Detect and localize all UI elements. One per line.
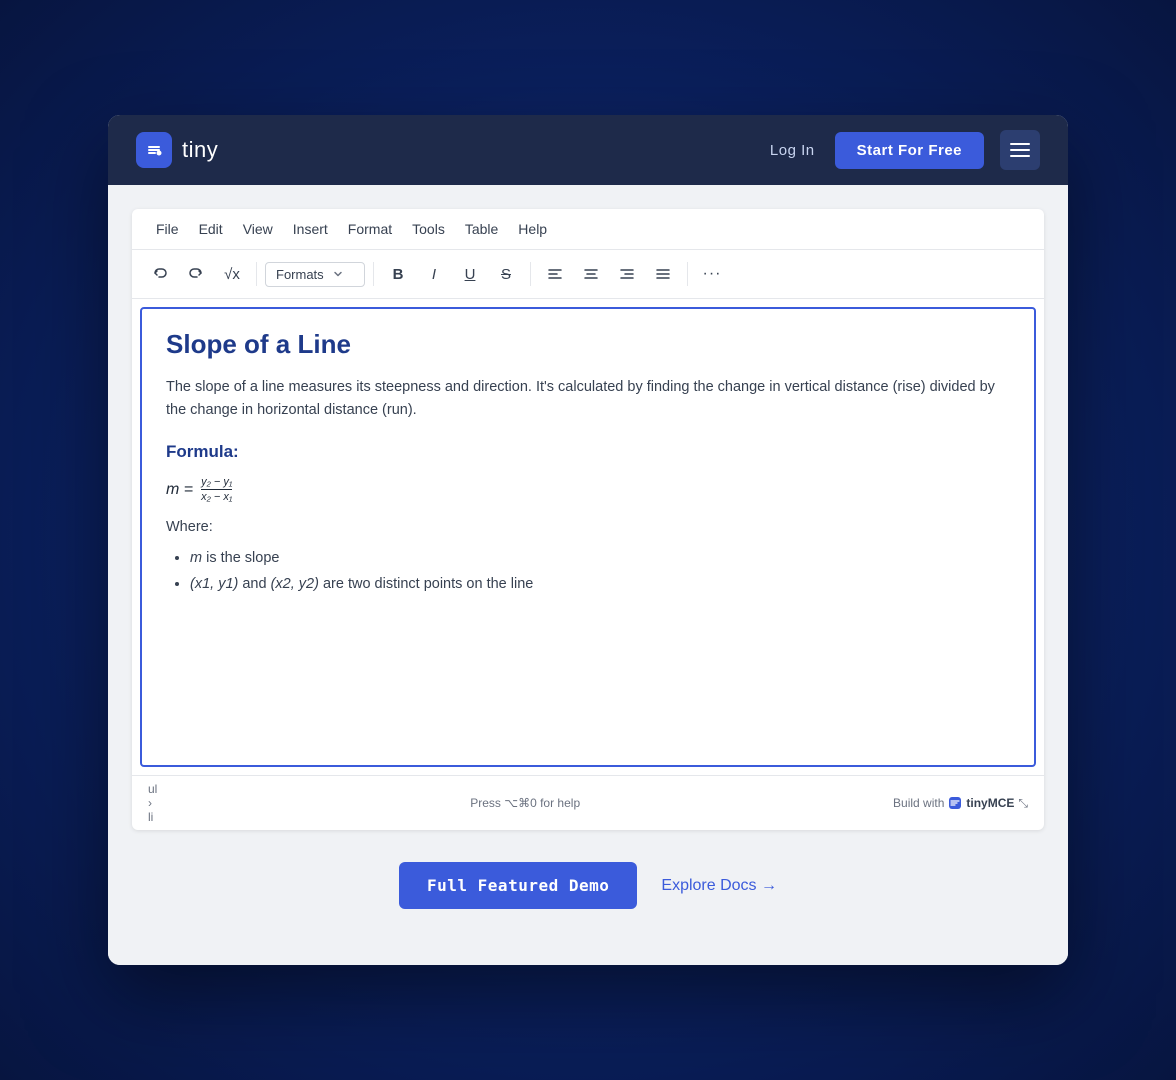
menu-file[interactable]: File — [148, 217, 187, 241]
explore-docs-button[interactable]: Explore Docs → — [661, 877, 777, 895]
editor-body[interactable]: Slope of a Line The slope of a line meas… — [140, 307, 1036, 767]
toolbar-separator-2 — [373, 262, 374, 286]
main-content: File Edit View Insert Format Tools Table… — [108, 185, 1068, 965]
bullet-list: m is the slope (x1, y1) and (x2, y2) are… — [166, 545, 1010, 597]
formula-numerator: y₂ − y₁ — [201, 476, 232, 490]
bullet-2-and: and — [238, 576, 270, 592]
menu-table[interactable]: Table — [457, 217, 506, 241]
formula-heading: Formula: — [166, 442, 1010, 462]
formula-denominator: x₂ − x₁ — [201, 490, 232, 503]
toolbar-separator-4 — [687, 262, 688, 286]
menu-insert[interactable]: Insert — [285, 217, 336, 241]
underline-button[interactable]: U — [454, 258, 486, 290]
hamburger-menu-button[interactable] — [1000, 130, 1040, 170]
formula-button[interactable]: √x — [216, 258, 248, 290]
menu-format[interactable]: Format — [340, 217, 400, 241]
hamburger-line-2 — [1010, 149, 1030, 151]
menu-edit[interactable]: Edit — [191, 217, 231, 241]
redo-button[interactable] — [180, 258, 212, 290]
logo-text: tiny — [182, 137, 218, 163]
bottom-actions: Full Featured Demo Explore Docs → — [132, 830, 1044, 941]
justify-button[interactable] — [647, 258, 679, 290]
tiny-brand-icon — [948, 796, 962, 810]
where-label: Where: — [166, 519, 1010, 535]
align-center-button[interactable] — [575, 258, 607, 290]
align-right-button[interactable] — [611, 258, 643, 290]
align-left-icon — [547, 266, 563, 282]
editor-paragraph: The slope of a line measures its steepne… — [166, 376, 1010, 422]
browser-window: tiny Log In Start For Free File Edit Vie… — [108, 115, 1068, 965]
formula-fraction: y₂ − y₁ x₂ − x₁ — [201, 476, 232, 503]
align-center-icon — [583, 266, 599, 282]
status-path: ul › li — [148, 782, 157, 824]
bold-button[interactable]: B — [382, 258, 414, 290]
status-help: Press ⌥⌘0 for help — [157, 796, 893, 810]
formula-display: m = y₂ − y₁ x₂ − x₁ — [166, 476, 1010, 503]
list-item-2: (x1, y1) and (x2, y2) are two distinct p… — [190, 571, 1010, 597]
undo-icon — [152, 266, 168, 282]
resize-handle-icon[interactable]: ⤡ — [1018, 796, 1028, 811]
bullet-2-rest: are two distinct points on the line — [319, 576, 533, 592]
toolbar-separator-3 — [530, 262, 531, 286]
status-brand-label: Build with — [893, 796, 944, 810]
status-brand: Build with tinyMCE ⤡ — [893, 796, 1028, 811]
undo-button[interactable] — [144, 258, 176, 290]
status-brand-name: tinyMCE — [966, 796, 1014, 810]
editor-title: Slope of a Line — [166, 329, 1010, 360]
align-right-icon — [619, 266, 635, 282]
menu-bar: File Edit View Insert Format Tools Table… — [132, 209, 1044, 250]
status-bar: ul › li Press ⌥⌘0 for help Build with ti… — [132, 775, 1044, 830]
hamburger-line-3 — [1010, 155, 1030, 157]
toolbar-separator-1 — [256, 262, 257, 286]
formula-m: m = — [166, 481, 193, 499]
more-options-button[interactable]: ··· — [696, 258, 728, 290]
strikethrough-button[interactable]: S — [490, 258, 522, 290]
list-item-1: m is the slope — [190, 545, 1010, 571]
justify-icon — [655, 266, 671, 282]
editor-container: File Edit View Insert Format Tools Table… — [132, 209, 1044, 830]
nav-bar: tiny Log In Start For Free — [108, 115, 1068, 185]
tiny-logo-icon — [136, 132, 172, 168]
formats-label: Formats — [276, 267, 324, 282]
bullet-2-part1: (x1, y1) — [190, 576, 238, 592]
formats-dropdown[interactable]: Formats — [265, 262, 365, 287]
align-left-button[interactable] — [539, 258, 571, 290]
login-button[interactable]: Log In — [770, 142, 815, 159]
bullet-1-italic: m — [190, 550, 202, 566]
menu-tools[interactable]: Tools — [404, 217, 453, 241]
bullet-1-rest: is the slope — [202, 550, 279, 566]
hamburger-line-1 — [1010, 143, 1030, 145]
start-free-button[interactable]: Start For Free — [835, 132, 984, 169]
chevron-down-icon — [332, 268, 344, 280]
toolbar: √x Formats B I U S — [132, 250, 1044, 299]
logo-area: tiny — [136, 132, 218, 168]
redo-icon — [188, 266, 204, 282]
italic-button[interactable]: I — [418, 258, 450, 290]
menu-view[interactable]: View — [235, 217, 281, 241]
full-demo-button[interactable]: Full Featured Demo — [399, 862, 637, 909]
bullet-2-part2: (x2, y2) — [271, 576, 319, 592]
menu-help[interactable]: Help — [510, 217, 555, 241]
more-icon: ··· — [703, 265, 722, 283]
